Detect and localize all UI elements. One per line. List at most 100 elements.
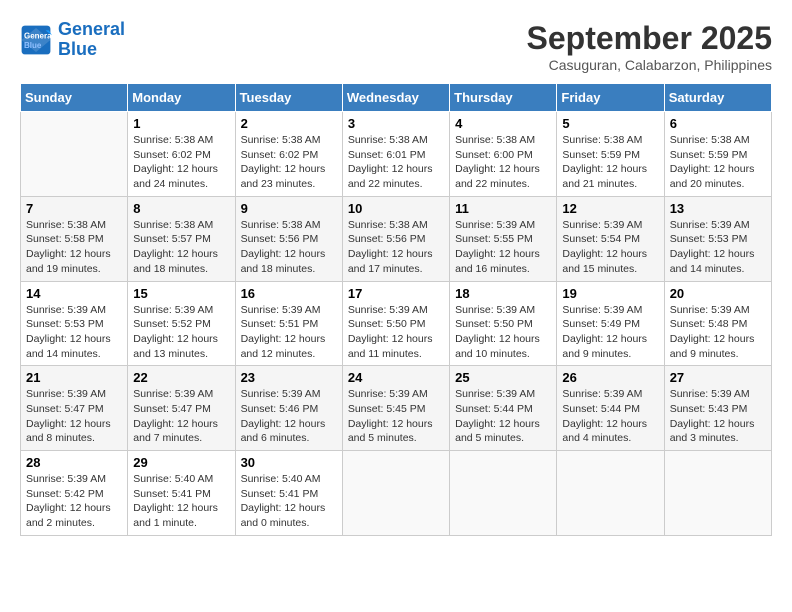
svg-text:Blue: Blue [24, 41, 42, 50]
calendar-cell: 23 Sunrise: 5:39 AM Sunset: 5:46 PM Dayli… [235, 366, 342, 451]
subtitle: Casuguran, Calabarzon, Philippines [527, 57, 772, 73]
day-number: 18 [455, 286, 551, 301]
day-number: 19 [562, 286, 658, 301]
day-number: 17 [348, 286, 444, 301]
week-row-4: 21 Sunrise: 5:39 AM Sunset: 5:47 PM Dayli… [21, 366, 772, 451]
day-info: Sunrise: 5:38 AM Sunset: 5:59 PM Dayligh… [670, 133, 766, 192]
calendar-cell: 2 Sunrise: 5:38 AM Sunset: 6:02 PM Daylig… [235, 112, 342, 197]
calendar-cell: 7 Sunrise: 5:38 AM Sunset: 5:58 PM Daylig… [21, 196, 128, 281]
day-info: Sunrise: 5:40 AM Sunset: 5:41 PM Dayligh… [241, 472, 337, 531]
day-info: Sunrise: 5:39 AM Sunset: 5:52 PM Dayligh… [133, 303, 229, 362]
calendar-cell: 5Sunrise: 5:38 AM Sunset: 5:59 PM Daylig… [557, 112, 664, 197]
day-info: Sunrise: 5:38 AM Sunset: 5:56 PM Dayligh… [348, 218, 444, 277]
day-info: Sunrise: 5:39 AM Sunset: 5:47 PM Dayligh… [26, 387, 122, 446]
day-info: Sunrise: 5:39 AM Sunset: 5:49 PM Dayligh… [562, 303, 658, 362]
calendar-cell: 26 Sunrise: 5:39 AM Sunset: 5:44 PM Dayli… [557, 366, 664, 451]
day-number: 12 [562, 201, 658, 216]
day-info: Sunrise: 5:39 AM Sunset: 5:45 PM Dayligh… [348, 387, 444, 446]
day-number: 11 [455, 201, 551, 216]
day-number: 13 [670, 201, 766, 216]
day-info: Sunrise: 5:39 AM Sunset: 5:46 PM Dayligh… [241, 387, 337, 446]
day-number: 26 [562, 370, 658, 385]
day-info: Sunrise: 5:38 AM Sunset: 5:58 PM Dayligh… [26, 218, 122, 277]
logo-text: General Blue [58, 20, 125, 60]
col-header-monday: Monday [128, 84, 235, 112]
day-number: 21 [26, 370, 122, 385]
day-info: Sunrise: 5:39 AM Sunset: 5:55 PM Dayligh… [455, 218, 551, 277]
day-number: 16 [241, 286, 337, 301]
day-number: 14 [26, 286, 122, 301]
calendar-cell: 1 Sunrise: 5:38 AM Sunset: 6:02 PM Daylig… [128, 112, 235, 197]
logo-icon: General Blue [20, 24, 52, 56]
calendar-cell: 16Sunrise: 5:39 AM Sunset: 5:51 PM Dayli… [235, 281, 342, 366]
day-number: 10 [348, 201, 444, 216]
day-info: Sunrise: 5:39 AM Sunset: 5:48 PM Dayligh… [670, 303, 766, 362]
calendar-cell: 14 Sunrise: 5:39 AM Sunset: 5:53 PM Dayli… [21, 281, 128, 366]
calendar-cell [21, 112, 128, 197]
calendar-cell: 8 Sunrise: 5:38 AM Sunset: 5:57 PM Daylig… [128, 196, 235, 281]
day-info: Sunrise: 5:38 AM Sunset: 6:02 PM Dayligh… [241, 133, 337, 192]
day-info: Sunrise: 5:39 AM Sunset: 5:43 PM Dayligh… [670, 387, 766, 446]
day-info: Sunrise: 5:38 AM Sunset: 6:01 PM Dayligh… [348, 133, 444, 192]
day-info: Sunrise: 5:38 AM Sunset: 5:57 PM Dayligh… [133, 218, 229, 277]
page-header: General Blue General Blue September 2025… [20, 20, 772, 73]
day-number: 8 [133, 201, 229, 216]
calendar-cell: 10 Sunrise: 5:38 AM Sunset: 5:56 PM Dayli… [342, 196, 449, 281]
day-number: 30 [241, 455, 337, 470]
day-info: Sunrise: 5:39 AM Sunset: 5:44 PM Dayligh… [562, 387, 658, 446]
svg-text:General: General [24, 31, 52, 40]
day-info: Sunrise: 5:39 AM Sunset: 5:53 PM Dayligh… [670, 218, 766, 277]
day-info: Sunrise: 5:39 AM Sunset: 5:44 PM Dayligh… [455, 387, 551, 446]
month-title: September 2025 [527, 20, 772, 57]
day-number: 1 [133, 116, 229, 131]
day-number: 3 [348, 116, 444, 131]
week-row-1: 1 Sunrise: 5:38 AM Sunset: 6:02 PM Daylig… [21, 112, 772, 197]
week-row-5: 28Sunrise: 5:39 AM Sunset: 5:42 PM Dayli… [21, 451, 772, 536]
day-info: Sunrise: 5:39 AM Sunset: 5:54 PM Dayligh… [562, 218, 658, 277]
week-row-2: 7 Sunrise: 5:38 AM Sunset: 5:58 PM Daylig… [21, 196, 772, 281]
col-header-tuesday: Tuesday [235, 84, 342, 112]
calendar-cell: 20 Sunrise: 5:39 AM Sunset: 5:48 PM Dayli… [664, 281, 771, 366]
calendar-cell: 19 Sunrise: 5:39 AM Sunset: 5:49 PM Dayli… [557, 281, 664, 366]
title-block: September 2025 Casuguran, Calabarzon, Ph… [527, 20, 772, 73]
day-info: Sunrise: 5:38 AM Sunset: 5:56 PM Dayligh… [241, 218, 337, 277]
day-number: 15 [133, 286, 229, 301]
calendar-cell: 6 Sunrise: 5:38 AM Sunset: 5:59 PM Daylig… [664, 112, 771, 197]
day-info: Sunrise: 5:39 AM Sunset: 5:50 PM Dayligh… [348, 303, 444, 362]
day-info: Sunrise: 5:38 AM Sunset: 6:00 PM Dayligh… [455, 133, 551, 192]
calendar-cell: 22Sunrise: 5:39 AM Sunset: 5:47 PM Dayli… [128, 366, 235, 451]
day-number: 20 [670, 286, 766, 301]
week-row-3: 14 Sunrise: 5:39 AM Sunset: 5:53 PM Dayli… [21, 281, 772, 366]
day-info: Sunrise: 5:39 AM Sunset: 5:53 PM Dayligh… [26, 303, 122, 362]
col-header-wednesday: Wednesday [342, 84, 449, 112]
calendar-cell: 4 Sunrise: 5:38 AM Sunset: 6:00 PM Daylig… [450, 112, 557, 197]
calendar-cell: 29Sunrise: 5:40 AM Sunset: 5:41 PM Dayli… [128, 451, 235, 536]
day-info: Sunrise: 5:39 AM Sunset: 5:42 PM Dayligh… [26, 472, 122, 531]
calendar-cell [342, 451, 449, 536]
calendar-cell [557, 451, 664, 536]
day-number: 4 [455, 116, 551, 131]
calendar-cell: 17 Sunrise: 5:39 AM Sunset: 5:50 PM Dayli… [342, 281, 449, 366]
day-info: Sunrise: 5:38 AM Sunset: 6:02 PM Dayligh… [133, 133, 229, 192]
calendar-table: SundayMondayTuesdayWednesdayThursdayFrid… [20, 83, 772, 536]
calendar-cell: 3 Sunrise: 5:38 AM Sunset: 6:01 PM Daylig… [342, 112, 449, 197]
calendar-cell: 27Sunrise: 5:39 AM Sunset: 5:43 PM Dayli… [664, 366, 771, 451]
calendar-cell: 13 Sunrise: 5:39 AM Sunset: 5:53 PM Dayli… [664, 196, 771, 281]
calendar-cell [450, 451, 557, 536]
day-info: Sunrise: 5:39 AM Sunset: 5:50 PM Dayligh… [455, 303, 551, 362]
col-header-friday: Friday [557, 84, 664, 112]
calendar-cell: 25 Sunrise: 5:39 AM Sunset: 5:44 PM Dayli… [450, 366, 557, 451]
day-number: 22 [133, 370, 229, 385]
day-info: Sunrise: 5:38 AM Sunset: 5:59 PM Dayligh… [562, 133, 658, 192]
calendar-cell: 30 Sunrise: 5:40 AM Sunset: 5:41 PM Dayli… [235, 451, 342, 536]
col-header-sunday: Sunday [21, 84, 128, 112]
day-number: 2 [241, 116, 337, 131]
day-number: 23 [241, 370, 337, 385]
logo: General Blue General Blue [20, 20, 125, 60]
day-number: 9 [241, 201, 337, 216]
day-number: 7 [26, 201, 122, 216]
calendar-cell: 24 Sunrise: 5:39 AM Sunset: 5:45 PM Dayli… [342, 366, 449, 451]
day-number: 6 [670, 116, 766, 131]
day-number: 24 [348, 370, 444, 385]
day-number: 25 [455, 370, 551, 385]
